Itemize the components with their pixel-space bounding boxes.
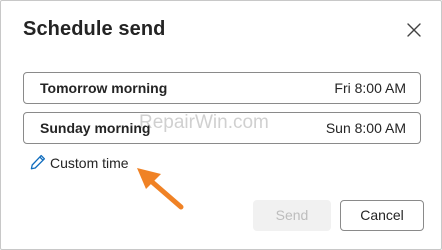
option-sunday-morning[interactable]: Sunday morning Sun 8:00 AM: [23, 112, 421, 144]
send-button[interactable]: Send: [253, 200, 331, 231]
dialog-title: Schedule send: [23, 18, 166, 40]
pencil-icon: [29, 153, 47, 171]
custom-time-label: Custom time: [50, 155, 129, 171]
option-label: Tomorrow morning: [40, 80, 168, 96]
option-time: Fri 8:00 AM: [334, 80, 406, 96]
option-tomorrow-morning[interactable]: Tomorrow morning Fri 8:00 AM: [23, 72, 421, 104]
schedule-send-dialog: Schedule send Tomorrow morning Fri 8:00 …: [0, 0, 442, 250]
option-time: Sun 8:00 AM: [325, 120, 406, 136]
arrow-pointer-icon: [131, 159, 191, 215]
option-label: Sunday morning: [40, 120, 151, 136]
cancel-button[interactable]: Cancel: [340, 200, 424, 231]
close-icon: [403, 19, 425, 41]
close-button[interactable]: [403, 19, 425, 41]
